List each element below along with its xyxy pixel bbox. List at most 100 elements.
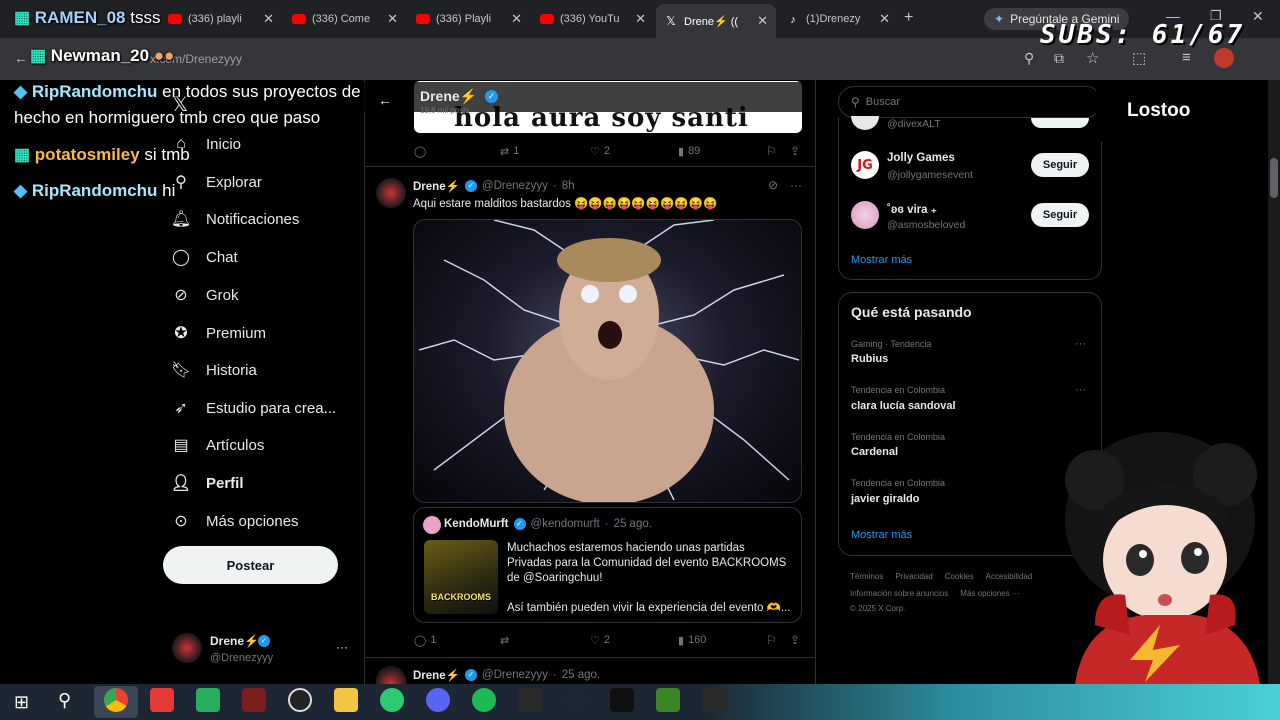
follow-name[interactable]: ˚ʚɞ vira ₊ bbox=[887, 202, 937, 216]
nav-explore[interactable]: ⚲ Explorar bbox=[172, 173, 262, 192]
spotify-icon[interactable] bbox=[472, 688, 496, 712]
tweet-handle[interactable]: @Drenezyyy bbox=[482, 180, 548, 192]
follow-avatar[interactable] bbox=[851, 201, 879, 229]
trend-name[interactable]: javier giraldo bbox=[851, 493, 919, 505]
bookmark-icon[interactable]: ⚐ bbox=[766, 633, 777, 647]
reply-icon[interactable]: ◯ bbox=[414, 145, 426, 158]
nav-chat[interactable]: ◯ Chat bbox=[172, 248, 238, 267]
epic-games-icon[interactable] bbox=[702, 688, 726, 712]
streaming-app-icon[interactable] bbox=[150, 688, 174, 712]
views-button[interactable]: ▮ 160 bbox=[678, 634, 706, 647]
close-icon[interactable]: ✕ bbox=[387, 11, 398, 27]
footer-link[interactable]: Accesibilidad bbox=[986, 572, 1033, 581]
tweet-handle[interactable]: @Drenezyyy bbox=[482, 669, 548, 681]
like-button[interactable]: ♡ 2 bbox=[590, 145, 610, 158]
footer-link[interactable]: Cookies bbox=[945, 572, 974, 581]
nav-creator-studio[interactable]: ➶ Estudio para crea... bbox=[172, 399, 336, 418]
badge-icon: ▦ bbox=[14, 145, 31, 164]
nav-profile[interactable]: 👤︎ Perfil bbox=[171, 474, 244, 493]
nav-more-options[interactable]: ⊙ Más opciones bbox=[172, 512, 298, 531]
follow-button[interactable]: Seguir bbox=[1031, 153, 1089, 177]
like-button[interactable]: ♡ 2 bbox=[590, 634, 610, 647]
trend-name[interactable]: Rubius bbox=[851, 353, 888, 365]
media-control-icon[interactable]: ≡ bbox=[1182, 49, 1191, 66]
account-avatar[interactable] bbox=[172, 633, 202, 663]
windows-start-icon[interactable]: ⊞ bbox=[14, 692, 29, 713]
back-icon[interactable]: ← bbox=[14, 50, 28, 66]
share-icon[interactable]: ⇪ bbox=[790, 633, 800, 647]
post-button[interactable]: Postear bbox=[163, 546, 338, 584]
back-button[interactable]: ← bbox=[378, 92, 392, 108]
profile-avatar[interactable] bbox=[1214, 48, 1234, 68]
close-icon[interactable]: ✕ bbox=[879, 11, 890, 27]
obs-icon[interactable] bbox=[288, 688, 312, 712]
show-more-link[interactable]: Mostrar más bbox=[851, 254, 912, 266]
tab-x-profile[interactable]: 𝕏 Drene⚡ (( ✕ bbox=[656, 4, 776, 38]
game-icon[interactable] bbox=[242, 688, 266, 712]
follow-button[interactable] bbox=[1031, 118, 1089, 128]
tab-youtube-4[interactable]: (336) YouTu ✕ bbox=[532, 6, 654, 32]
tweet-avatar[interactable] bbox=[376, 178, 406, 208]
chat-user: potatosmiley bbox=[34, 145, 140, 164]
tab-youtube-1[interactable]: (336) playli ✕ bbox=[160, 6, 282, 32]
install-app-icon[interactable]: ⧉ bbox=[1054, 50, 1064, 67]
close-icon[interactable]: ✕ bbox=[511, 11, 522, 27]
nav-articles[interactable]: ▤ Artículos bbox=[172, 436, 264, 455]
bookmark-star-icon[interactable]: ☆ bbox=[1086, 49, 1099, 67]
bookmark-icon[interactable]: ⚐ bbox=[766, 144, 777, 158]
tweet-author[interactable]: Drene⚡ bbox=[413, 179, 460, 193]
close-icon[interactable]: ✕ bbox=[263, 11, 274, 27]
window-close-icon[interactable]: ✕ bbox=[1252, 8, 1264, 25]
steam-icon[interactable] bbox=[564, 688, 588, 712]
extensions-icon[interactable]: ⬚ bbox=[1132, 49, 1146, 67]
repost-icon[interactable]: ⇄ bbox=[500, 634, 509, 647]
scrollbar-thumb[interactable] bbox=[1270, 158, 1278, 198]
app-icon[interactable] bbox=[196, 688, 220, 712]
jolly-games-avatar[interactable]: JG bbox=[851, 151, 879, 179]
trend-more-icon[interactable]: ··· bbox=[1075, 384, 1086, 396]
app-icon[interactable] bbox=[380, 688, 404, 712]
youtube-icon bbox=[168, 14, 182, 24]
trend-more-icon[interactable]: ··· bbox=[1075, 338, 1086, 350]
zoom-icon[interactable]: ⚲ bbox=[1024, 50, 1034, 67]
search-icon[interactable]: ⚲ bbox=[58, 690, 71, 711]
chrome-icon[interactable] bbox=[104, 688, 128, 712]
new-tab-icon[interactable]: + bbox=[904, 9, 913, 27]
close-icon[interactable]: ✕ bbox=[757, 13, 768, 29]
tweet-author[interactable]: Drene⚡ bbox=[413, 668, 460, 682]
trend-name[interactable]: Cardenal bbox=[851, 446, 898, 458]
views-button[interactable]: ▮ 89 bbox=[678, 145, 700, 158]
discord-icon[interactable] bbox=[426, 688, 450, 712]
nav-premium[interactable]: ✪ Premium bbox=[172, 324, 266, 343]
repost-button[interactable]: ⇄ 1 bbox=[500, 145, 519, 158]
tab-youtube-2[interactable]: (336) Come ✕ bbox=[284, 6, 406, 32]
follow-button[interactable]: Seguir bbox=[1031, 203, 1089, 227]
account-more-icon[interactable]: ··· bbox=[336, 640, 348, 654]
footer-link[interactable]: Más opciones ··· bbox=[960, 589, 1020, 598]
tab-youtube-3[interactable]: (336) Playli ✕ bbox=[408, 6, 530, 32]
minecraft-icon[interactable] bbox=[656, 688, 680, 712]
nav-grok[interactable]: ⊘ Grok bbox=[172, 286, 238, 305]
tweet-image[interactable] bbox=[413, 219, 802, 503]
reply-button[interactable]: ◯ 1 bbox=[414, 634, 436, 647]
search-input[interactable]: ⚲ Buscar bbox=[838, 86, 1102, 118]
gemini-icon: ✦ bbox=[994, 12, 1005, 26]
tweet-more-icon[interactable]: ··· bbox=[790, 178, 802, 192]
trend-name[interactable]: clara lucía sandoval bbox=[851, 400, 956, 412]
footer-link[interactable]: Privacidad bbox=[895, 572, 932, 581]
footer-link[interactable]: Términos bbox=[850, 572, 883, 581]
nav-bookmarks[interactable]: 🔖︎ Historia bbox=[171, 361, 257, 380]
file-explorer-icon[interactable] bbox=[334, 688, 358, 712]
close-icon[interactable]: ✕ bbox=[635, 11, 646, 27]
epic-games-icon[interactable] bbox=[518, 688, 542, 712]
tweet-time[interactable]: 25 ago. bbox=[562, 669, 600, 681]
tab-tiktok[interactable]: ♪ (1)Drenezy ✕ bbox=[778, 6, 898, 32]
nav-notifications[interactable]: 🔔︎ Notificaciones bbox=[171, 210, 300, 229]
footer-link[interactable]: Información sobre anuncios bbox=[850, 589, 948, 598]
show-more-trends-link[interactable]: Mostrar más bbox=[851, 529, 912, 541]
grok-icon[interactable]: ⊘ bbox=[768, 178, 778, 192]
tweet-time[interactable]: 8h bbox=[562, 180, 575, 192]
follow-name[interactable]: Jolly Games bbox=[887, 152, 955, 164]
app-icon[interactable] bbox=[610, 688, 634, 712]
share-icon[interactable]: ⇪ bbox=[790, 144, 800, 158]
